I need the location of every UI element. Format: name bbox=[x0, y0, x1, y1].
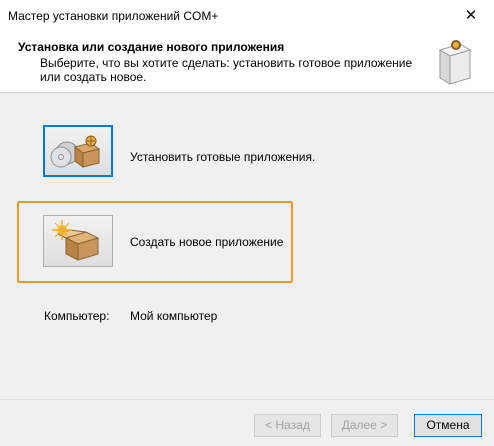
sparkle-icon bbox=[52, 220, 72, 240]
cd-box-icon bbox=[50, 135, 101, 168]
header-title: Установка или создание нового приложения bbox=[18, 40, 285, 54]
footer-divider bbox=[0, 399, 494, 400]
header-subtitle: Выберите, что вы хотите сделать: установ… bbox=[40, 56, 413, 84]
cancel-button[interactable]: Отмена bbox=[414, 414, 482, 437]
title-bar: Мастер установки приложений COM+ ✕ bbox=[0, 0, 494, 32]
wizard-box-icon bbox=[434, 34, 474, 90]
back-button[interactable]: < Назад bbox=[254, 414, 321, 437]
create-app-button[interactable] bbox=[43, 215, 113, 267]
wizard-header: Установка или создание нового приложения… bbox=[0, 32, 494, 93]
new-box-icon bbox=[52, 220, 100, 261]
next-button[interactable]: Далее > bbox=[331, 414, 398, 437]
computer-value: Мой компьютер bbox=[130, 309, 218, 323]
computer-label: Компьютер: bbox=[44, 309, 110, 323]
create-app-label: Создать новое приложение bbox=[130, 235, 284, 249]
install-apps-button[interactable] bbox=[43, 125, 113, 177]
install-apps-label: Установить готовые приложения. bbox=[130, 150, 316, 164]
wizard-content: Установить готовые приложения. Создать н… bbox=[0, 93, 494, 446]
window-title: Мастер установки приложений COM+ bbox=[8, 9, 219, 23]
close-button[interactable]: ✕ bbox=[448, 0, 494, 32]
